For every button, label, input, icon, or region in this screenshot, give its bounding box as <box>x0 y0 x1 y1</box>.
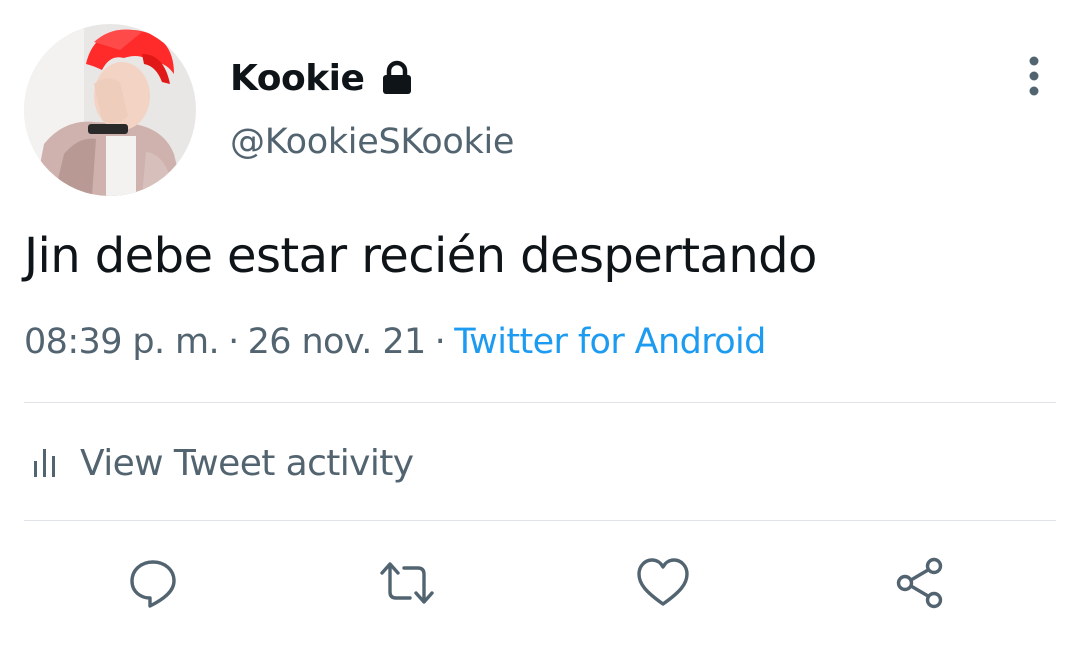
user-handle[interactable]: @KookieSKookie <box>230 122 514 162</box>
retweet-icon <box>380 562 434 604</box>
like-button[interactable] <box>636 556 690 610</box>
user-name-row[interactable]: Kookie <box>230 52 414 104</box>
avatar[interactable] <box>24 24 196 196</box>
more-vertical-icon[interactable] <box>1018 56 1050 96</box>
divider <box>24 402 1056 403</box>
tweet-source-link[interactable]: Twitter for Android <box>454 322 766 362</box>
activity-label: View Tweet activity <box>80 442 414 484</box>
like-icon <box>637 558 689 606</box>
share-icon <box>896 557 943 609</box>
meta-separator: · <box>434 322 446 362</box>
reply-icon <box>130 560 176 608</box>
view-tweet-activity-button[interactable]: View Tweet activity <box>32 436 414 490</box>
tweet-date: 26 nov. 21 <box>247 322 427 362</box>
divider <box>24 520 1056 521</box>
tweet-text: Jin debe estar recién despertando <box>24 228 817 284</box>
profile-photo <box>24 24 196 196</box>
retweet-button[interactable] <box>380 556 434 610</box>
lock-icon <box>380 60 414 96</box>
tweet-meta: 08:39 p. m. · 26 nov. 21 · Twitter for Andro… <box>24 322 766 362</box>
tweet-time: 08:39 p. m. <box>24 322 220 362</box>
share-button[interactable] <box>894 556 948 610</box>
display-name: Kookie <box>230 57 365 99</box>
bar-chart-icon <box>32 447 58 479</box>
reply-button[interactable] <box>126 556 180 610</box>
meta-separator: · <box>228 322 239 362</box>
